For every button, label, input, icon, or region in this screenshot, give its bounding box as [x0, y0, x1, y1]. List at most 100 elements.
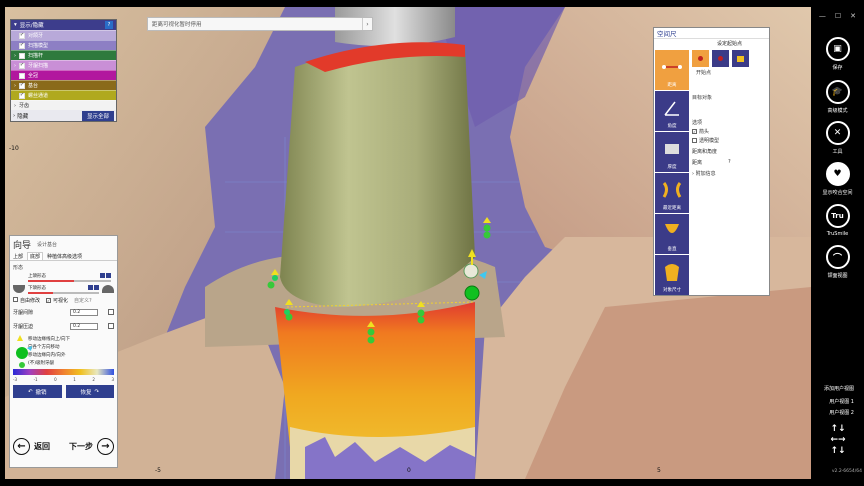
gingival-compression-input[interactable]: 0.2: [70, 322, 98, 330]
arrow-up-icon[interactable]: ↑: [830, 446, 838, 456]
trusmile-button[interactable]: Tru TruSmile: [811, 204, 864, 237]
free-edit-checkbox[interactable]: 自由修改: [13, 296, 40, 304]
show-occlusal-space-button[interactable]: ♥ 显示咬合空间: [811, 162, 864, 196]
options-row: 自由修改 ✓ 可视化 自定义?: [10, 295, 117, 305]
arrow-right-icon: →: [97, 438, 114, 455]
undo-button[interactable]: ↶ 撤销: [13, 385, 62, 398]
lower-shape-slider-row: 下颌形态: [10, 283, 117, 295]
point-icon: [718, 56, 723, 61]
start-point-button[interactable]: [692, 50, 709, 67]
tool-distance[interactable]: 距离: [655, 50, 689, 90]
visibility-row-teeth[interactable]: › 牙齿: [11, 100, 116, 110]
expert-mode-button[interactable]: 🎓 高级模式: [811, 80, 864, 114]
maximize-icon[interactable]: ☐: [835, 12, 841, 20]
visibility-checkbox[interactable]: ✓: [19, 82, 25, 89]
redo-icon: ↷: [94, 388, 100, 395]
lock-button[interactable]: [732, 50, 749, 67]
back-button[interactable]: ← 返回: [13, 438, 50, 455]
tool-object-size[interactable]: 对象尺寸: [655, 255, 689, 295]
chevron-right-icon[interactable]: ›: [362, 18, 372, 30]
visibility-row[interactable]: › ✓ 牙龈扫描: [11, 60, 116, 70]
add-user-view-button[interactable]: 添加用户视图: [824, 385, 854, 392]
next-button[interactable]: 下一步 →: [69, 438, 114, 455]
chevron-right-icon[interactable]: ›: [13, 113, 15, 119]
chevron-right-icon[interactable]: ›: [11, 53, 19, 59]
arrow-left-icon: ←: [13, 438, 30, 455]
visibility-footer: › 隐藏 显示全部: [11, 110, 116, 121]
visibility-row[interactable]: ✓ 对颌牙: [11, 30, 116, 40]
save-button[interactable]: ▣ 保存: [811, 37, 864, 71]
window-controls: — ☐ ✕: [819, 12, 856, 20]
lower-shape-slider[interactable]: [28, 291, 99, 294]
help-icon[interactable]: ?: [105, 21, 113, 29]
distance-help-icon[interactable]: ?: [728, 159, 731, 166]
close-icon[interactable]: ✕: [850, 12, 856, 20]
increase-icon[interactable]: [106, 273, 111, 278]
arrow-up-icon[interactable]: ↑: [830, 424, 838, 434]
tab-upper[interactable]: 上部: [13, 253, 23, 260]
show-all-button[interactable]: 显示全部: [81, 110, 114, 121]
visibility-checkbox[interactable]: [19, 52, 25, 59]
abutment-shaft: [280, 44, 475, 307]
shape-section-label: 形态: [13, 265, 24, 271]
visibility-row-label: 对颌牙: [28, 33, 44, 39]
tool-angle[interactable]: 角度: [655, 91, 689, 131]
wizard-tabs: 上部 底部 种植体高级选项: [10, 252, 117, 261]
undo-redo-row: ↶ 撤销 恢复 ↷: [10, 382, 117, 401]
chevron-right-icon[interactable]: ›: [11, 83, 19, 89]
visibility-checkbox[interactable]: ✓: [19, 92, 25, 99]
tab-implant-advanced[interactable]: 种植体高级选项: [47, 253, 82, 260]
set-start-label: 设定起始点: [716, 41, 742, 47]
measure-panel: 空间尺 距离 角度 厚度 最近距离 垂直 对象尺寸 设定起始点 开始点 目标对象…: [653, 27, 770, 296]
hide-label[interactable]: 隐藏: [17, 112, 28, 120]
user-view-2-button[interactable]: 用户视图 2: [829, 409, 854, 416]
transparent-model-option[interactable]: 透明模型: [692, 137, 767, 144]
upper-shape-label: 上颌形态: [28, 273, 46, 279]
point-mode-button[interactable]: [712, 50, 729, 67]
arrow-option[interactable]: ✓ 箭头: [692, 128, 767, 135]
measure-title: 空间尺: [654, 28, 769, 39]
chevron-right-icon[interactable]: ›: [11, 103, 19, 109]
upper-shape-slider[interactable]: [28, 279, 111, 282]
visibility-row[interactable]: › ✓ 基台: [11, 80, 116, 90]
arrow-left-icon[interactable]: ←: [830, 435, 838, 445]
object-size-icon: [665, 264, 679, 281]
decrease-icon[interactable]: [100, 273, 105, 278]
tool-perpendicular[interactable]: 垂直: [655, 214, 689, 254]
visibility-checkbox[interactable]: ✓: [19, 32, 25, 39]
chevron-down-icon[interactable]: ▾: [14, 22, 17, 28]
chevron-right-icon[interactable]: ›: [11, 63, 19, 69]
visibility-row-label: 扫描模型: [28, 43, 49, 49]
tools-button[interactable]: ✕ 工具: [811, 121, 864, 155]
visibility-checkbox[interactable]: [19, 72, 25, 79]
arrow-right-icon[interactable]: →: [838, 435, 846, 445]
visibility-row[interactable]: 全冠: [11, 70, 116, 80]
measure-options: 设定起始点 开始点 目标对象 选项 ✓ 箭头 透明模型 距离和角度 距离 ? › …: [692, 40, 767, 177]
tool-thickness[interactable]: 厚度: [655, 132, 689, 172]
minimize-icon[interactable]: —: [819, 12, 826, 20]
visualize-checkbox[interactable]: ✓ 可视化: [46, 297, 68, 304]
options-label: 选项: [692, 120, 703, 126]
more-info-toggle[interactable]: › 附加信息: [692, 170, 767, 177]
visibility-row[interactable]: › 扫描杆: [11, 50, 116, 60]
decrease-icon[interactable]: [88, 285, 93, 290]
gingival-gap-input[interactable]: 0.2: [70, 308, 98, 316]
distance-visualization-hint[interactable]: 距离可视化暂时停用 ›: [147, 17, 373, 31]
tool-nearest-distance[interactable]: 最近距离: [655, 173, 689, 213]
gingival-compression-checkbox[interactable]: [108, 323, 114, 329]
arch-view-button[interactable]: ⌒ 颌面视图: [811, 245, 864, 279]
arrow-down-icon[interactable]: ↓: [838, 446, 846, 456]
user-view-1-button[interactable]: 用户视图 1: [829, 398, 854, 405]
visibility-row[interactable]: ✓ 螺丝通道: [11, 90, 116, 100]
visibility-checkbox[interactable]: ✓: [19, 42, 25, 49]
visibility-panel-header[interactable]: ▾ 显示/隐藏 ?: [11, 20, 116, 30]
tab-bottom[interactable]: 底部: [27, 252, 44, 260]
visibility-row-label: 扫描杆: [28, 53, 44, 59]
gingival-compression-row: 牙龈压迫 0.2: [10, 319, 117, 333]
gingival-gap-checkbox[interactable]: [108, 309, 114, 315]
visibility-checkbox[interactable]: ✓: [19, 62, 25, 69]
visibility-row[interactable]: ✓ 扫描模型: [11, 40, 116, 50]
redo-button[interactable]: 恢复 ↷: [65, 385, 114, 398]
arrow-down-icon[interactable]: ↓: [838, 424, 846, 434]
increase-icon[interactable]: [94, 285, 99, 290]
